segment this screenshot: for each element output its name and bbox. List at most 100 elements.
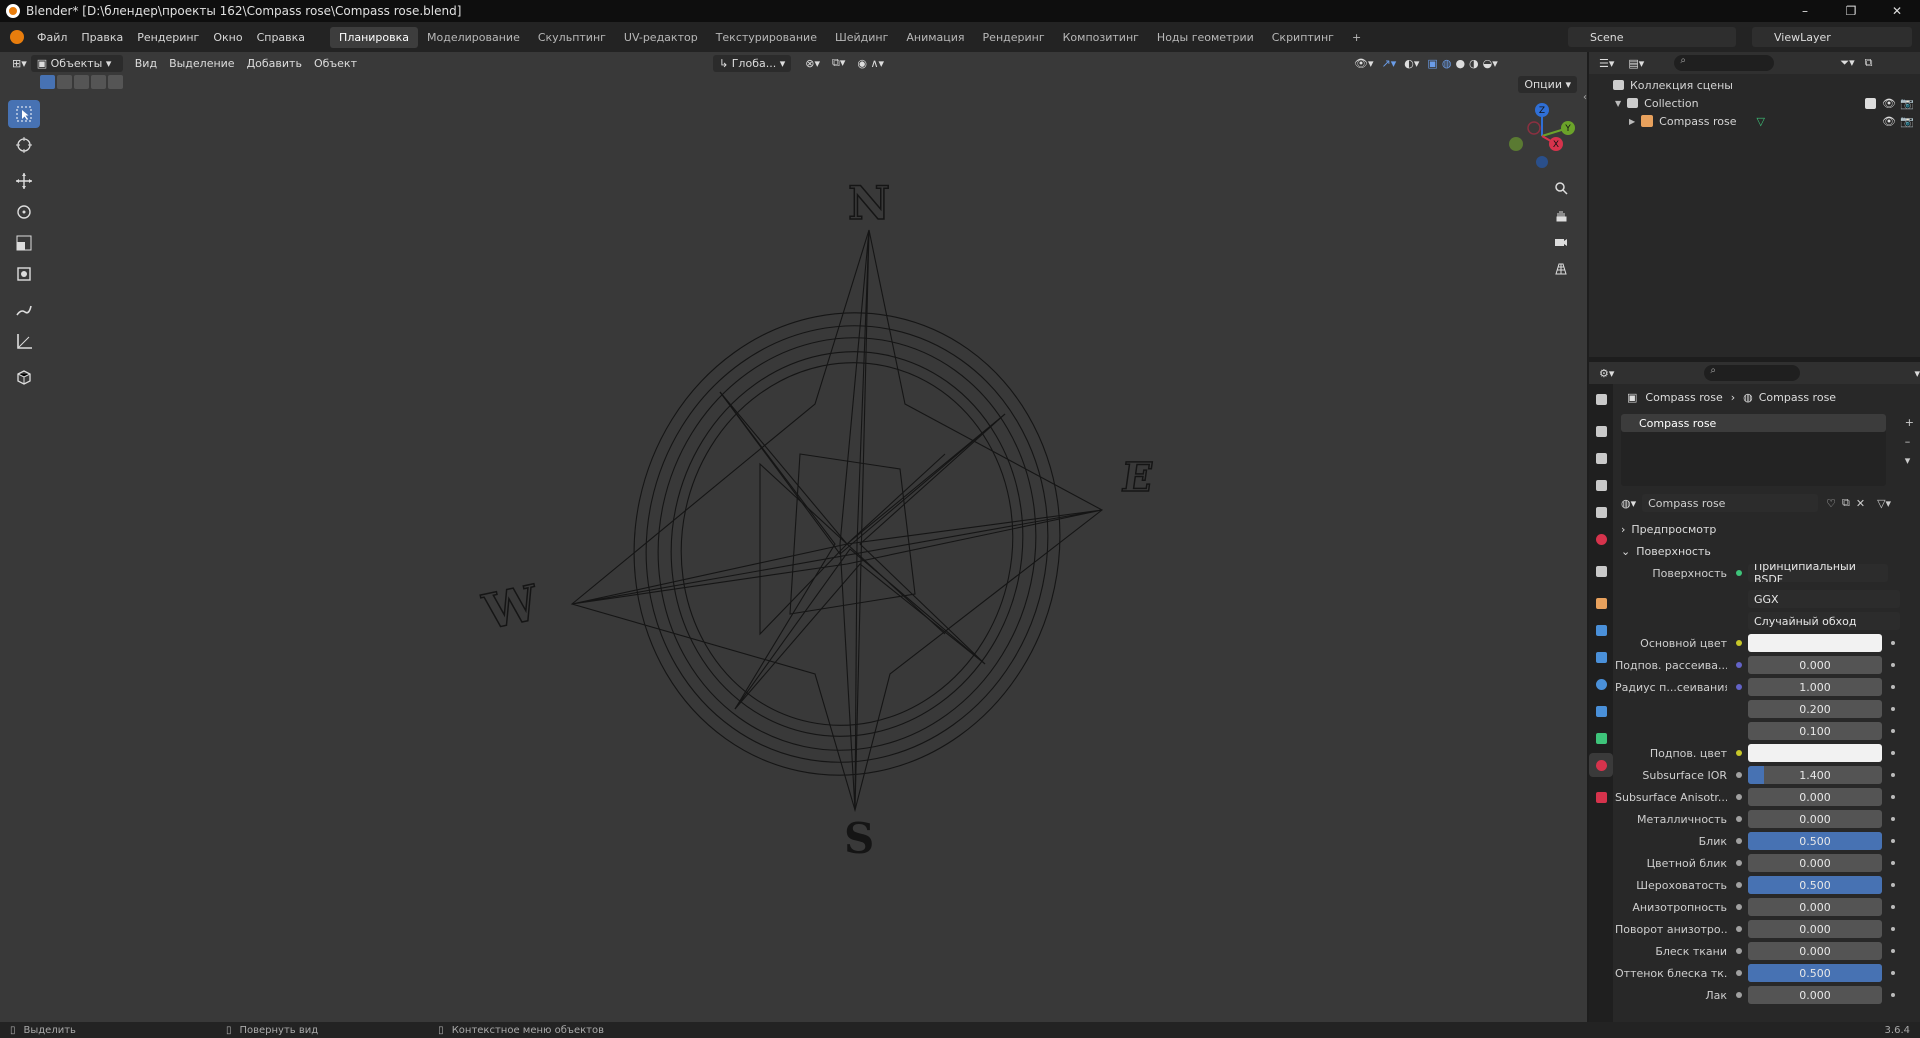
tab-compositing[interactable]: Композитинг — [1054, 27, 1148, 48]
xray-toggle-icon[interactable]: ▣ — [1427, 57, 1437, 70]
new-collection-icon[interactable]: ⧉ — [1865, 56, 1873, 70]
input-socket-icon[interactable] — [1736, 970, 1742, 976]
render-camera-icon[interactable]: 📷 — [1900, 97, 1914, 110]
3d-viewport[interactable]: ⊞▾ ▣ Объекты ▾ Вид Выделение Добавить Об… — [0, 52, 1587, 1022]
tab-layout[interactable]: Планировка — [330, 26, 419, 48]
visibility-eye-icon[interactable]: 👁 — [1882, 97, 1896, 110]
blender-menu-icon[interactable] — [10, 30, 24, 44]
wireframe-shading-icon[interactable]: ◍ — [1442, 57, 1452, 70]
input-socket-icon[interactable] — [1736, 706, 1742, 712]
keyframe-dot-icon[interactable] — [1891, 663, 1895, 667]
material-slot-list[interactable]: Compass rose — [1621, 414, 1886, 486]
input-socket-icon[interactable] — [1736, 640, 1742, 646]
menu-add[interactable]: Добавить — [247, 57, 302, 70]
visibility-icon[interactable]: 👁▾ — [1354, 57, 1374, 70]
constraints-tab-icon[interactable] — [1589, 699, 1613, 723]
tab-scripting[interactable]: Скриптинг — [1263, 27, 1343, 48]
properties-editor-icon[interactable]: ⚙▾ — [1599, 367, 1614, 380]
sss-method-dropdown[interactable]: Случайный обход — [1748, 612, 1900, 630]
input-socket-icon[interactable] — [1736, 816, 1742, 822]
material-slot[interactable]: Compass rose — [1621, 414, 1886, 432]
pan-hand-icon[interactable] — [1549, 203, 1573, 227]
collection-tab-icon[interactable] — [1589, 559, 1613, 583]
render-tab-icon[interactable] — [1589, 419, 1613, 443]
input-socket-icon[interactable] — [1736, 838, 1742, 844]
particles-tab-icon[interactable] — [1589, 645, 1613, 669]
material-name-field[interactable]: Compass rose — [1642, 494, 1819, 512]
keyframe-dot-icon[interactable] — [1891, 883, 1895, 887]
keyframe-dot-icon[interactable] — [1891, 729, 1895, 733]
surface-shader-dropdown[interactable]: Принципиальный BSDF — [1748, 564, 1888, 582]
keyframe-dot-icon[interactable] — [1891, 707, 1895, 711]
navigation-gizmo[interactable]: Z Y X — [1500, 100, 1580, 170]
tab-animation[interactable]: Анимация — [897, 27, 973, 48]
outliner-row-scene-collection[interactable]: Коллекция сцены — [1589, 76, 1920, 94]
expand-arrow-icon[interactable]: ▶ — [1629, 117, 1635, 126]
input-socket-icon[interactable] — [1736, 926, 1742, 932]
number-slider-field[interactable]: 0.200 — [1748, 700, 1882, 718]
menu-edit[interactable]: Правка — [74, 31, 130, 44]
menu-render[interactable]: Рендеринг — [130, 31, 206, 44]
input-socket-icon[interactable] — [1736, 750, 1742, 756]
distribution-dropdown[interactable]: GGX — [1748, 590, 1900, 608]
number-slider-field[interactable]: 0.000 — [1748, 986, 1882, 1004]
display-mode-icon[interactable]: ▤▾ — [1628, 57, 1644, 70]
compass-rose-mesh[interactable] — [0, 74, 1587, 1022]
input-socket-icon[interactable] — [1736, 882, 1742, 888]
slot-menu-icon[interactable]: ▾ — [1905, 454, 1914, 467]
number-slider-field[interactable]: 0.000 — [1748, 854, 1882, 872]
keyframe-dot-icon[interactable] — [1891, 641, 1895, 645]
view-layer-selector[interactable]: ViewLayer — [1752, 27, 1912, 47]
keyframe-dot-icon[interactable] — [1891, 861, 1895, 865]
material-filter-icon[interactable]: ▽▾ — [1877, 497, 1891, 510]
tab-uv-editing[interactable]: UV-редактор — [615, 27, 707, 48]
keyframe-dot-icon[interactable] — [1891, 685, 1895, 689]
number-slider-field[interactable]: 0.000 — [1748, 788, 1882, 806]
physics-tab-icon[interactable] — [1589, 672, 1613, 696]
number-slider-field[interactable]: 0.500 — [1748, 964, 1882, 982]
number-slider-field[interactable]: 1.400 — [1748, 766, 1882, 784]
number-slider-field[interactable]: 0.000 — [1748, 656, 1882, 674]
solid-shading-icon[interactable]: ● — [1455, 57, 1465, 70]
view-layer-tab-icon[interactable] — [1589, 473, 1613, 497]
number-slider-field[interactable]: 0.000 — [1748, 942, 1882, 960]
perspective-grid-icon[interactable] — [1549, 257, 1573, 281]
number-slider-field[interactable]: 1.000 — [1748, 678, 1882, 696]
output-tab-icon[interactable] — [1589, 446, 1613, 470]
unlink-material-icon[interactable]: ✕ — [1856, 497, 1865, 510]
tab-geometry-nodes[interactable]: Ноды геометрии — [1148, 27, 1263, 48]
input-socket-icon[interactable] — [1736, 684, 1742, 690]
gizmo-toggle-icon[interactable]: ↗▾ — [1382, 57, 1397, 70]
tool-tab-icon[interactable] — [1589, 387, 1613, 411]
menu-help[interactable]: Справка — [250, 31, 312, 44]
pivot-icon[interactable]: ⊗▾ — [805, 57, 820, 70]
exclude-checkbox[interactable] — [1865, 97, 1876, 109]
camera-view-icon[interactable] — [1549, 230, 1573, 254]
outliner-editor-icon[interactable]: ☰▾ — [1599, 57, 1614, 70]
overlay-toggle-icon[interactable]: ◐▾ — [1404, 57, 1419, 70]
rendered-shading-icon[interactable]: ◒▾ — [1483, 57, 1498, 70]
scene-selector[interactable]: Scene — [1568, 27, 1736, 47]
outliner-search-input[interactable]: ⌕ — [1674, 55, 1775, 71]
remove-slot-icon[interactable]: – — [1905, 435, 1914, 448]
keyframe-dot-icon[interactable] — [1891, 949, 1895, 953]
duplicate-material-icon[interactable]: ⧉ — [1842, 496, 1850, 510]
outliner-row-collection[interactable]: ▼ Collection 👁 📷 — [1589, 94, 1920, 112]
number-slider-field[interactable]: 0.500 — [1748, 876, 1882, 894]
menu-view[interactable]: Вид — [135, 57, 157, 70]
number-slider-field[interactable]: 0.000 — [1748, 920, 1882, 938]
tab-shading[interactable]: Шейдинг — [826, 27, 897, 48]
snap-icon[interactable]: ⧉▾ — [832, 56, 845, 70]
editor-type-icon[interactable]: ⊞▾ — [12, 57, 27, 70]
orientation-dropdown[interactable]: ↳ Глоба... ▾ — [713, 54, 792, 72]
world-tab-icon[interactable] — [1589, 527, 1613, 551]
input-socket-icon[interactable] — [1736, 772, 1742, 778]
expand-arrow-icon[interactable]: ▼ — [1615, 99, 1621, 108]
material-tab-icon[interactable] — [1589, 753, 1613, 777]
data-tab-icon[interactable] — [1589, 726, 1613, 750]
scene-tab-icon[interactable] — [1589, 500, 1613, 524]
panel-surface[interactable]: ⌄ Поверхность — [1615, 540, 1920, 562]
keyframe-dot-icon[interactable] — [1891, 905, 1895, 909]
keyframe-dot-icon[interactable] — [1891, 751, 1895, 755]
visibility-eye-icon[interactable]: 👁 — [1882, 115, 1896, 128]
